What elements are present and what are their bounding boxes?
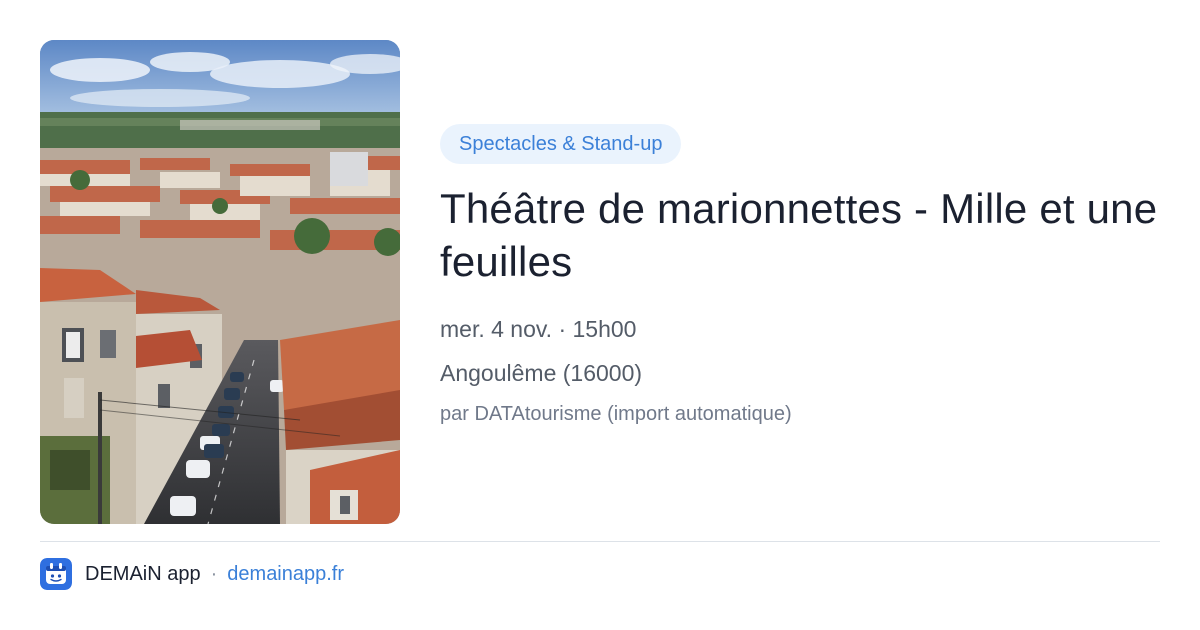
event-source: par DATAtourisme (import automatique)	[440, 403, 792, 425]
footer-divider	[40, 541, 1160, 542]
event-details: Spectacles & Stand-up Théâtre de marionn…	[440, 124, 1160, 428]
demain-app-icon[interactable]	[40, 558, 72, 590]
event-title[interactable]: Théâtre de marionnettes - Mille et une f…	[440, 182, 1160, 288]
footer-separator: ·	[210, 562, 218, 585]
app-url-link[interactable]: demainapp.fr	[227, 563, 344, 586]
event-location: Angoulême (16000)	[440, 360, 643, 386]
event-date-time: mer. 4 nov. · 15h00	[440, 316, 637, 342]
app-name: DEMAiN app	[85, 562, 201, 585]
category-badge[interactable]: Spectacles & Stand-up	[440, 124, 682, 164]
event-photo	[40, 40, 400, 524]
footer: DEMAiN app · demainapp.fr	[40, 558, 344, 590]
